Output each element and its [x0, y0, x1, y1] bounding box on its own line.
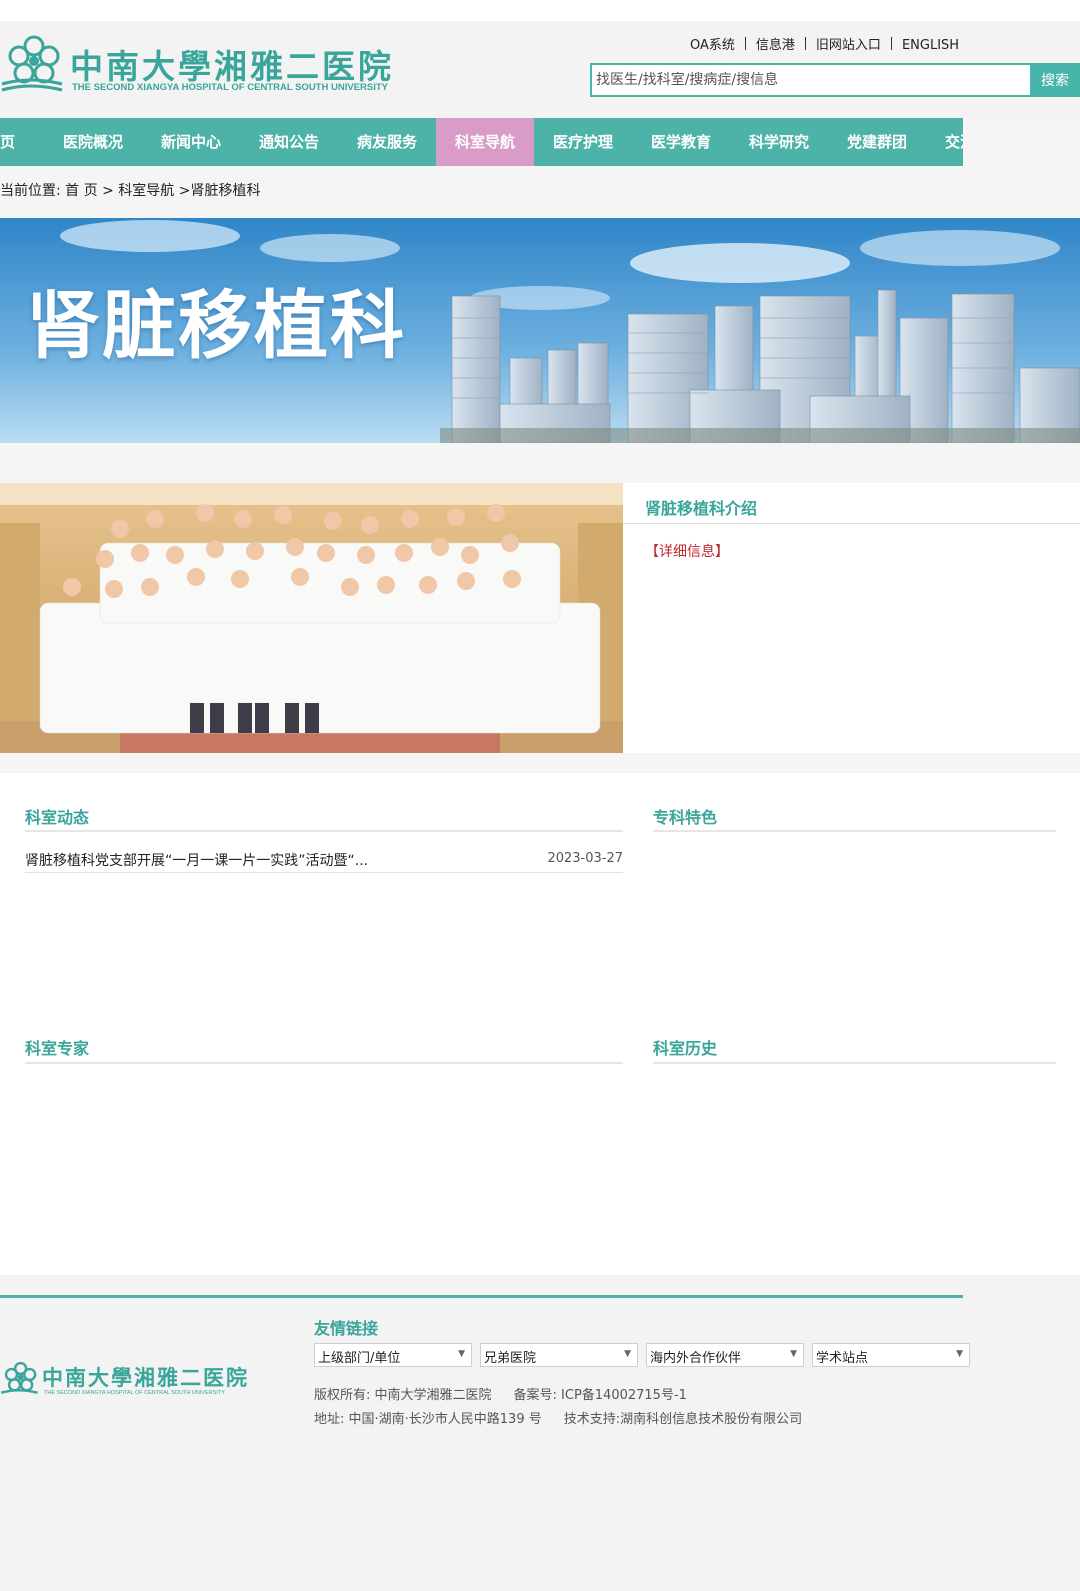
- select-label: 海内外合作伙伴: [650, 1351, 742, 1366]
- divider: [804, 37, 806, 50]
- copyright-line: 版权所有: 中南大学湘雅二医院 备案号: ICP备14002715号-1: [314, 1384, 687, 1403]
- divider: [653, 1062, 1056, 1064]
- divider: [890, 37, 892, 50]
- spacer: [0, 753, 1080, 773]
- address-line: 地址: 中国·湖南·长沙市人民中路139 号 技术支持:湖南科创信息技术股份有限公…: [314, 1408, 802, 1427]
- academic-sites-select[interactable]: 学术站点 ▼: [812, 1343, 970, 1367]
- banner-title: 肾脏移植科: [26, 283, 406, 369]
- nav-item-notices[interactable]: 通知公告: [240, 118, 338, 166]
- breadcrumb-separator: >: [178, 183, 191, 199]
- footer-logo[interactable]: 中南大學湘雅二医院 THE SECOND XIANGYA HOSPITAL OF…: [0, 1360, 260, 1406]
- flower-logo-icon: [0, 1361, 38, 1394]
- nav-item-departments[interactable]: 科室导航: [436, 118, 534, 166]
- nav-item-patient-service[interactable]: 病友服务: [338, 118, 436, 166]
- hospital-logo[interactable]: 中南大學湘雅二医院 THE SECOND XIANGYA HOSPITAL OF…: [0, 32, 400, 102]
- nav-item-party[interactable]: 党建群团: [828, 118, 926, 166]
- footer-divider: [0, 1295, 963, 1298]
- nav-item-overview[interactable]: 医院概况: [44, 118, 142, 166]
- divider: [744, 37, 746, 50]
- divider: [623, 523, 1080, 524]
- footer-logo-english-name: THE SECOND XIANGYA HOSPITAL OF CENTRAL S…: [44, 1390, 225, 1396]
- footer: 中南大學湘雅二医院 THE SECOND XIANGYA HOSPITAL OF…: [0, 1275, 1080, 1591]
- breadcrumb-departments[interactable]: 科室导航: [118, 183, 174, 199]
- breadcrumb-separator: >: [102, 183, 114, 199]
- dropdown-arrow-icon: ▼: [956, 1349, 963, 1359]
- intro-title: 肾脏移植科介绍: [645, 499, 758, 518]
- old-site-link[interactable]: 旧网站入口: [816, 38, 881, 53]
- dropdown-arrow-icon: ▼: [790, 1349, 797, 1359]
- address-text: 地址: 中国·湖南·长沙市人民中路139 号: [314, 1412, 542, 1427]
- sister-hospitals-select[interactable]: 兄弟医院 ▼: [480, 1343, 638, 1367]
- oa-system-link[interactable]: OA系统: [690, 38, 735, 53]
- logo-chinese-name: 中南大學湘雅二医院: [70, 47, 394, 86]
- nav-wrapper: 页 医院概况 新闻中心 通知公告 病友服务 科室导航 医疗护理 医学教育 科学研…: [0, 118, 1080, 168]
- search-button[interactable]: 搜索: [1030, 63, 1080, 97]
- team-photo-image: [0, 483, 623, 753]
- select-label: 兄弟医院: [484, 1351, 537, 1366]
- friend-links-title: 友情链接: [314, 1319, 379, 1338]
- news-list-item[interactable]: 肾脏移植科党支部开展“一月一课一片一实践”活动暨“... 2023-03-27: [25, 848, 623, 873]
- tech-support-text: 技术支持:湖南科创信息技术股份有限公司: [563, 1412, 803, 1427]
- divider: [25, 830, 623, 832]
- nav-item-research[interactable]: 科学研究: [730, 118, 828, 166]
- top-band: [0, 0, 1080, 21]
- breadcrumb: 当前位置: 首 页 > 科室导航 >肾脏移植科: [0, 180, 260, 200]
- experts-section-title[interactable]: 科室专家: [25, 1035, 89, 1059]
- superior-units-select[interactable]: 上级部门/单位 ▼: [314, 1343, 472, 1367]
- department-banner: 肾脏移植科: [0, 218, 1080, 443]
- nav-item-education[interactable]: 医学教育: [632, 118, 730, 166]
- select-label: 上级部门/单位: [318, 1351, 401, 1366]
- nav-item-home[interactable]: 页: [0, 118, 44, 166]
- breadcrumb-current: 肾脏移植科: [190, 183, 261, 199]
- top-links: OA系统 信息港 旧网站入口 ENGLISH: [690, 34, 1020, 56]
- icp-text[interactable]: 备案号: ICP备14002715号-1: [514, 1388, 687, 1403]
- spacer: [0, 443, 1080, 483]
- department-team-photo: [0, 483, 623, 753]
- features-section-title[interactable]: 专科特色: [653, 804, 717, 828]
- nav-item-news[interactable]: 新闻中心: [142, 118, 240, 166]
- divider: [653, 830, 1056, 832]
- select-label: 学术站点: [816, 1351, 869, 1366]
- english-link[interactable]: ENGLISH: [902, 38, 959, 53]
- copyright-text: 版权所有: 中南大学湘雅二医院: [314, 1388, 492, 1403]
- info-port-link[interactable]: 信息港: [756, 38, 795, 53]
- footer-logo-chinese-name: 中南大學湘雅二医院: [42, 1365, 249, 1390]
- detail-info-link[interactable]: 【详细信息】: [645, 541, 729, 561]
- breadcrumb-home[interactable]: 首 页: [65, 183, 97, 199]
- dropdown-arrow-icon: ▼: [624, 1349, 631, 1359]
- flower-logo-icon: [1, 35, 63, 92]
- search-bar: 搜索: [590, 63, 1080, 97]
- breadcrumb-label: 当前位置:: [0, 183, 61, 199]
- nav-item-medical-care[interactable]: 医疗护理: [534, 118, 632, 166]
- nav-item-exchange[interactable]: 交流合作: [926, 118, 963, 166]
- logo-english-name: THE SECOND XIANGYA HOSPITAL OF CENTRAL S…: [72, 82, 388, 93]
- department-intro-panel: 肾脏移植科介绍 【详细信息】: [623, 483, 1080, 753]
- dropdown-arrow-icon: ▼: [458, 1349, 465, 1359]
- divider: [25, 1062, 623, 1064]
- search-input[interactable]: [590, 63, 1032, 97]
- history-section-title[interactable]: 科室历史: [653, 1035, 717, 1059]
- main-nav: 页 医院概况 新闻中心 通知公告 病友服务 科室导航 医疗护理 医学教育 科学研…: [0, 118, 963, 166]
- partners-select[interactable]: 海内外合作伙伴 ▼: [646, 1343, 804, 1367]
- news-item-title: 肾脏移植科党支部开展“一月一课一片一实践”活动暨“...: [25, 853, 369, 869]
- news-section-title[interactable]: 科室动态: [25, 804, 89, 828]
- news-item-date: 2023-03-27: [547, 851, 623, 866]
